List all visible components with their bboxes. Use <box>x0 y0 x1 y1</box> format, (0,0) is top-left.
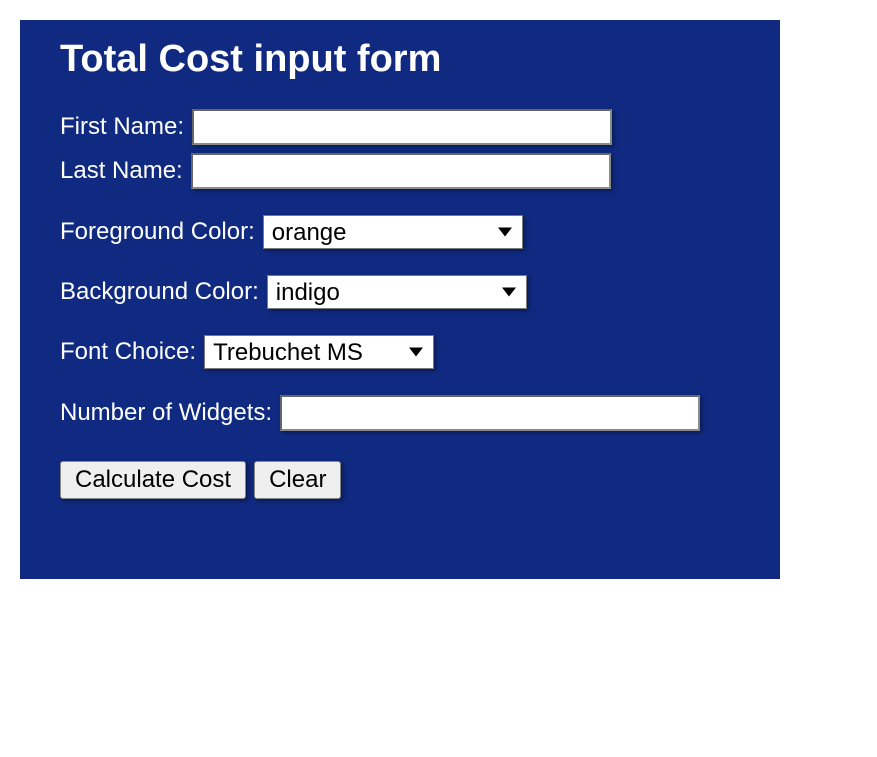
total-cost-form-panel: Total Cost input form First Name: Last N… <box>20 20 780 579</box>
calculate-cost-button[interactable]: Calculate Cost <box>60 461 246 499</box>
widgets-input[interactable] <box>280 395 700 431</box>
foreground-color-select-wrap: orange <box>263 215 523 249</box>
first-name-label: First Name: <box>60 113 184 141</box>
background-color-select[interactable]: indigo <box>268 276 526 308</box>
font-choice-select[interactable]: Trebuchet MS <box>205 336 433 368</box>
background-color-select-wrap: indigo <box>267 275 527 309</box>
last-name-input[interactable] <box>191 153 611 189</box>
last-name-label: Last Name: <box>60 157 183 185</box>
row-foreground-color: Foreground Color: orange <box>60 215 740 249</box>
row-first-name: First Name: <box>60 109 740 145</box>
row-widgets: Number of Widgets: <box>60 395 740 431</box>
row-last-name: Last Name: <box>60 153 740 189</box>
row-background-color: Background Color: indigo <box>60 275 740 309</box>
clear-button[interactable]: Clear <box>254 461 341 499</box>
background-color-label: Background Color: <box>60 278 259 306</box>
first-name-input[interactable] <box>192 109 612 145</box>
font-choice-select-wrap: Trebuchet MS <box>204 335 434 369</box>
form-title: Total Cost input form <box>60 38 740 81</box>
widgets-label: Number of Widgets: <box>60 399 272 427</box>
foreground-color-label: Foreground Color: <box>60 218 255 246</box>
row-font-choice: Font Choice: Trebuchet MS <box>60 335 740 369</box>
button-row: Calculate Cost Clear <box>60 461 740 499</box>
font-choice-label: Font Choice: <box>60 338 196 366</box>
foreground-color-select[interactable]: orange <box>264 216 522 248</box>
